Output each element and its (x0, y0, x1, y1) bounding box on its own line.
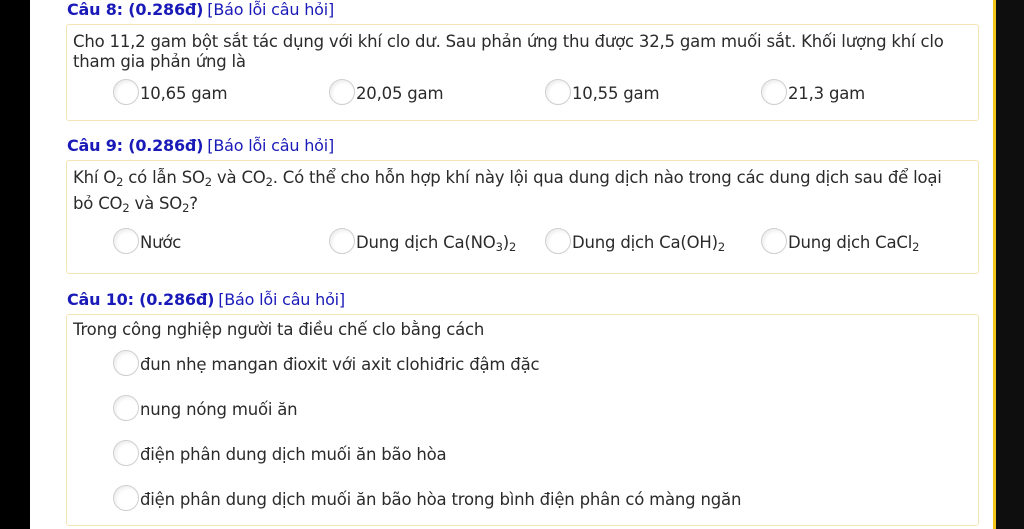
radio-button[interactable] (113, 485, 139, 511)
question-10-card: Trong công nghiệp người ta điều chế clo … (66, 314, 979, 526)
option-label: 10,55 gam (572, 84, 660, 103)
radio-button[interactable] (761, 228, 787, 254)
radio-button[interactable] (545, 228, 571, 254)
question-8-report-link[interactable]: [Báo lỗi câu hỏi] (207, 0, 334, 19)
question-9-text-line1: Khí O2 có lẫn SO2 và CO2. Có thể cho hỗn… (73, 168, 942, 189)
question-9-header: Câu 9: (0.286đ) [Báo lỗi câu hỏi] (67, 136, 334, 156)
radio-button[interactable] (329, 79, 355, 105)
question-8-card: Cho 11,2 gam bột sắt tác dụng với khí cl… (66, 24, 979, 121)
question-10-number: Câu 10: (0.286đ) (67, 290, 215, 309)
radio-button[interactable] (329, 228, 355, 254)
option-label: Dung dịch Ca(NO3)2 (356, 233, 517, 254)
question-8-header: Câu 8: (0.286đ) [Báo lỗi câu hỏi] (67, 0, 334, 20)
question-8-text-line2: tham gia phản ứng là (73, 52, 246, 71)
radio-button[interactable] (113, 350, 139, 376)
option-label: điện phân dung dịch muối ăn bão hòa tron… (140, 490, 742, 509)
radio-button[interactable] (113, 440, 139, 466)
question-10-report-link[interactable]: [Báo lỗi câu hỏi] (218, 290, 345, 309)
quiz-page: Câu 8: (0.286đ) [Báo lỗi câu hỏi] Cho 11,… (30, 0, 993, 529)
radio-button[interactable] (113, 79, 139, 105)
option-label: đun nhẹ mangan đioxit với axit clohiđric… (140, 355, 540, 374)
right-edge (996, 0, 1024, 529)
question-9-report-link[interactable]: [Báo lỗi câu hỏi] (207, 136, 334, 155)
option-label: Dung dịch CaCl2 (788, 233, 920, 254)
option-label: Nước (140, 233, 182, 252)
option-label: 20,05 gam (356, 84, 444, 103)
question-8-number: Câu 8: (0.286đ) (67, 0, 204, 19)
option-label: 10,65 gam (140, 84, 228, 103)
radio-button[interactable] (113, 395, 139, 421)
question-9-text-line2: bỏ CO2 và SO2? (73, 194, 198, 215)
radio-button[interactable] (761, 79, 787, 105)
question-9-number: Câu 9: (0.286đ) (67, 136, 204, 155)
radio-button[interactable] (545, 79, 571, 105)
option-label: điện phân dung dịch muối ăn bão hòa (140, 445, 447, 464)
option-label: Dung dịch Ca(OH)2 (572, 233, 725, 254)
question-10-text-line1: Trong công nghiệp người ta điều chế clo … (73, 320, 485, 339)
question-10-header: Câu 10: (0.286đ) [Báo lỗi câu hỏi] (67, 290, 345, 310)
option-label: nung nóng muối ăn (140, 400, 298, 419)
option-label: 21,3 gam (788, 84, 866, 103)
question-9-card: Khí O2 có lẫn SO2 và CO2. Có thể cho hỗn… (66, 160, 979, 274)
radio-button[interactable] (113, 228, 139, 254)
